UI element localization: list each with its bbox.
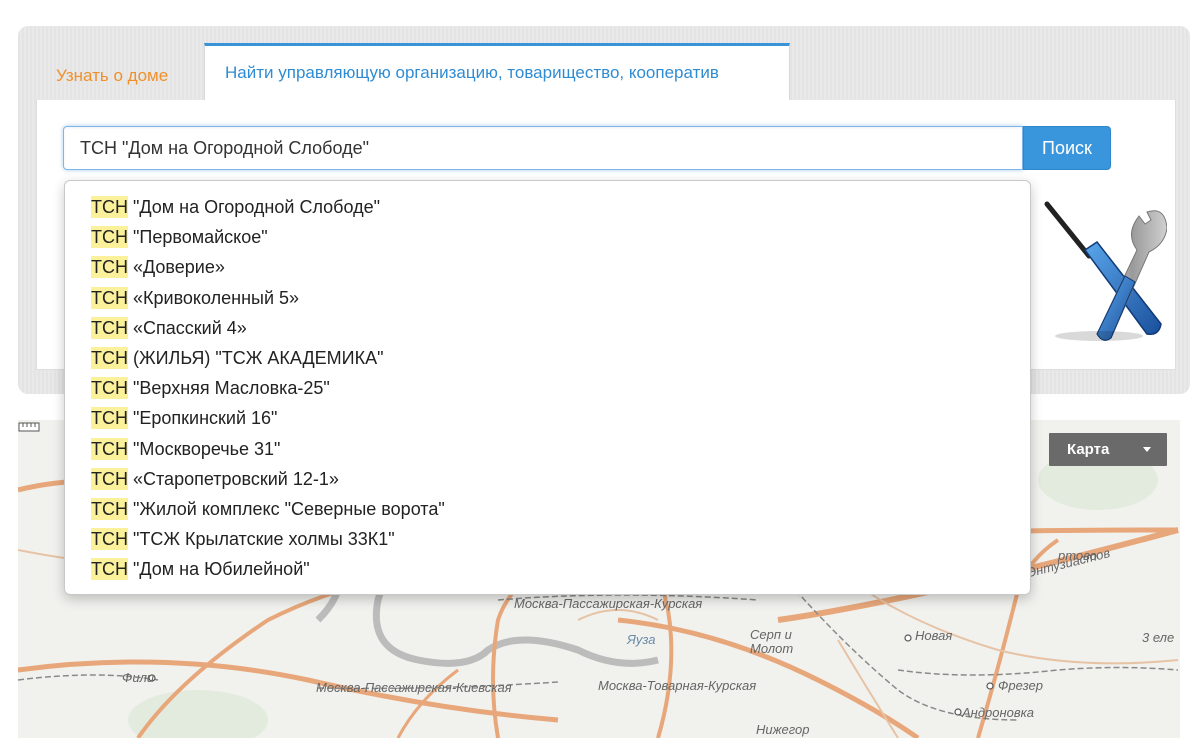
suggestion-text: «Старопетровский 12-1» [128, 468, 339, 489]
tab-find-organization[interactable]: Найти управляющую организацию, товарищес… [204, 43, 790, 101]
suggestion-text: "Первомайское" [128, 227, 268, 248]
suggestion-text: (ЖИЛЬЯ) "ТСЖ АКАДЕМИКА" [128, 347, 384, 368]
suggestion-text: "Верхняя Масловка-25" [128, 378, 330, 399]
map-label: Фили [122, 670, 155, 685]
suggestion-text: «Спасский 4» [128, 317, 247, 338]
map-label: 3 еле [1142, 630, 1175, 645]
suggestion-item[interactable]: ТСН "Дом на Юбилейной" [65, 554, 1030, 584]
suggestion-item[interactable]: ТСН "Москворечье 31" [65, 434, 1030, 464]
wrench-screwdriver-icon [1044, 201, 1167, 341]
match-highlight: ТСН [91, 286, 128, 309]
ruler-icon[interactable] [18, 420, 40, 434]
suggestion-text: "ТСЖ Крылатские холмы 33К1" [128, 529, 395, 550]
suggestion-item[interactable]: ТСН "Еропкинский 16" [65, 403, 1030, 433]
match-highlight: ТСН [91, 528, 128, 551]
suggestion-item[interactable]: ТСН "Дом на Огородной Слободе" [65, 192, 1030, 222]
search-input[interactable] [63, 126, 1023, 170]
suggestion-item[interactable]: ТСН (ЖИЛЬЯ) "ТСЖ АКАДЕМИКА" [65, 343, 1030, 373]
map-type-selector[interactable]: Карта [1049, 433, 1167, 466]
map-label: ртово [1058, 548, 1097, 563]
match-highlight: ТСН [91, 467, 128, 490]
map-label: Серп и Молот [750, 627, 794, 656]
match-highlight: ТСН [91, 256, 128, 279]
suggestion-text: "Дом на Огородной Слободе" [128, 197, 380, 217]
suggestion-item[interactable]: ТСН «Кривоколенный 5» [65, 283, 1030, 313]
map-label: Андроновка [962, 705, 1035, 720]
match-highlight: ТСН [91, 497, 128, 520]
map-label: Яуза [627, 632, 656, 647]
match-highlight: ТСН [91, 226, 128, 249]
match-highlight: ТСН [91, 437, 128, 460]
map-label: Новая [915, 628, 953, 643]
suggestion-text: «Доверие» [128, 257, 225, 278]
suggestion-item[interactable]: ТСН "ТСЖ Крылатские холмы 33К1" [65, 524, 1030, 554]
map-label: Нижегор [756, 722, 810, 737]
autocomplete-dropdown: ТСН "Дом на Огородной Слободе" ТСН "Перв… [64, 180, 1031, 595]
suggestion-text: "Еропкинский 16" [128, 408, 278, 429]
map-label: Москва-Пассажирская-Киевская [316, 680, 512, 695]
match-highlight: ТСН [91, 316, 128, 339]
search-button[interactable]: Поиск [1023, 126, 1111, 170]
suggestion-item[interactable]: ТСН «Спасский 4» [65, 313, 1030, 343]
caret-down-icon [1143, 447, 1151, 452]
match-highlight: ТСН [91, 407, 128, 430]
map-label: Фрезер [998, 678, 1044, 693]
suggestion-text: "Жилой комплекс "Северные ворота" [128, 498, 445, 519]
match-highlight: ТСН [91, 196, 128, 218]
suggestion-item[interactable]: ТСН "Жилой комплекс "Северные ворота" [65, 494, 1030, 524]
match-highlight: ТСН [91, 558, 128, 581]
match-highlight: ТСН [91, 346, 128, 369]
suggestion-item[interactable]: ТСН «Доверие» [65, 252, 1030, 282]
map-label: Москва-Товарная-Курская [598, 678, 757, 693]
suggestion-item[interactable]: ТСН "Первомайское" [65, 222, 1030, 252]
suggestion-text: «Кривоколенный 5» [128, 287, 300, 308]
suggestion-item[interactable]: ТСН "Верхняя Масловка-25" [65, 373, 1030, 403]
suggestion-text: "Дом на Юбилейной" [128, 559, 310, 580]
suggestion-text: "Москворечье 31" [128, 438, 281, 459]
match-highlight: ТСН [91, 377, 128, 400]
map-label: Москва-Пассажирская-Курская [514, 596, 703, 611]
map-type-label: Карта [1067, 441, 1110, 458]
suggestion-item[interactable]: ТСН «Старопетровский 12-1» [65, 464, 1030, 494]
tab-about-house[interactable]: Узнать о доме [56, 58, 168, 94]
